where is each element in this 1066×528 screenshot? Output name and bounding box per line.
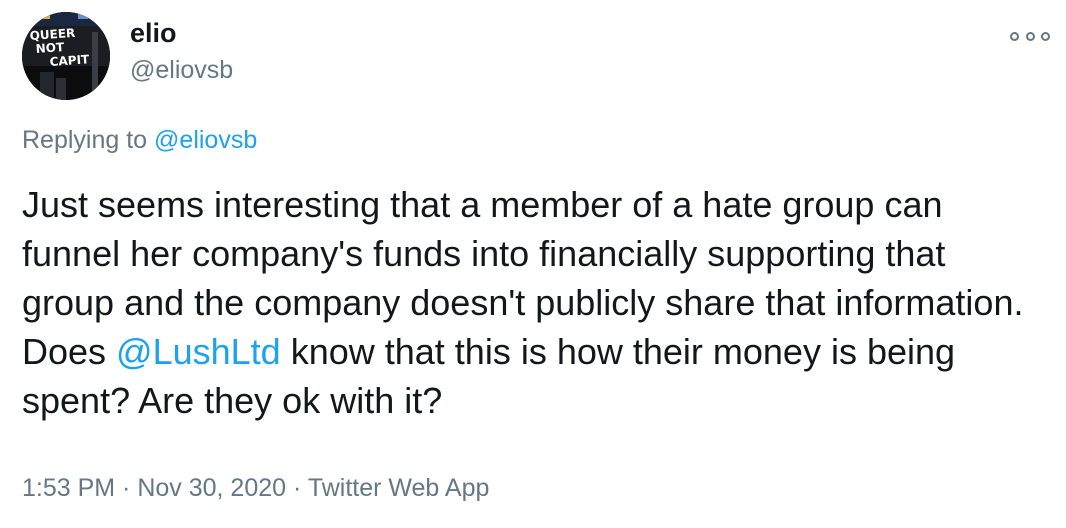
avatar-sign-line-3: CAPIT [49, 52, 90, 69]
tweet-source-link[interactable]: Twitter Web App [308, 474, 490, 502]
tweet-metadata: 1:53 PM · Nov 30, 2020 · Twitter Web App [22, 474, 489, 503]
meta-separator: · [115, 474, 138, 502]
meta-separator: · [286, 474, 308, 502]
user-handle[interactable]: @eliovsb [130, 56, 233, 85]
replying-to-label: Replying to [22, 126, 155, 154]
ellipsis-icon [1025, 31, 1035, 41]
tweet-date-link[interactable]: Nov 30, 2020 [137, 474, 286, 502]
ellipsis-icon [1041, 31, 1050, 41]
tweet-text: Just seems interesting that a member of … [22, 180, 1042, 425]
more-options-button[interactable] [1010, 28, 1050, 44]
mention-link-lushltd[interactable]: @LushLtd [116, 331, 281, 372]
display-name[interactable]: elio [130, 18, 177, 49]
tweet-time-link[interactable]: 1:53 PM [22, 474, 115, 502]
ellipsis-icon [1010, 31, 1019, 41]
avatar[interactable]: QUEER NOT CAPIT [22, 12, 110, 100]
replying-to-mention-link[interactable]: @eliovsb [154, 126, 257, 154]
tweet-card: QUEER NOT CAPIT elio @eliovsb Replying t… [0, 0, 1066, 528]
replying-to-line: Replying to @eliovsb [22, 126, 257, 155]
